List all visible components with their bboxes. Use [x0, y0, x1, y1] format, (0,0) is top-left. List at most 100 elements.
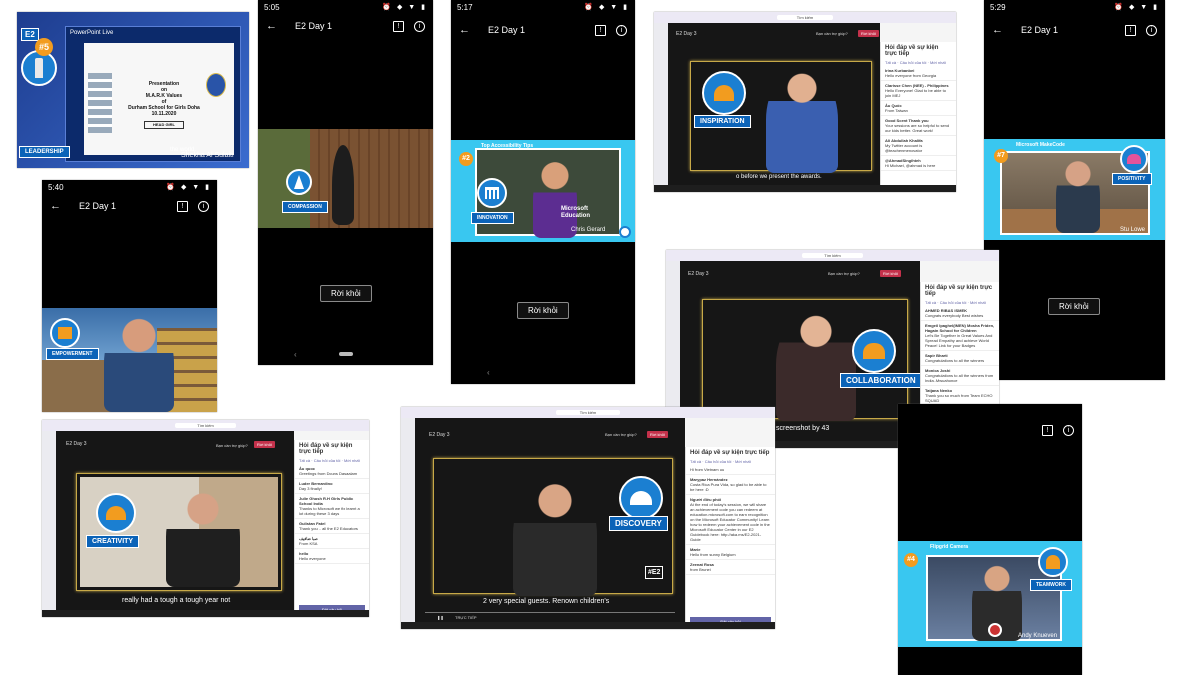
qa-item: AHMED RIBAS ISMEK Congrats everybody Best…	[921, 306, 999, 321]
tab-all[interactable]: Tất cả	[885, 60, 896, 65]
qa-text: Day 3 finally!	[299, 486, 322, 491]
shot-teamwork: ! i Flipgrid Camera Andy Knueven #4 TEAM…	[898, 404, 1082, 675]
creativity-banner: CREATIVITY	[86, 535, 140, 548]
live-label: TRỰC TIẾP	[455, 615, 477, 620]
shot-inspiration: Tìm kiếm E2 Day 3 Bạn cần trợ giúp? Rời …	[654, 12, 956, 192]
app-title: E2 Day 1	[295, 21, 333, 31]
info-icon[interactable]: i	[414, 20, 425, 32]
shot-innovation: 5:17 ⏰ ◆ ▼ ▮ ← E2 Day 1 ! i Microsoft Ed…	[451, 0, 635, 384]
qa-item: hello Hello everyone	[295, 549, 369, 564]
qa-text: Greetings from Dcuns Dasaalam	[299, 471, 358, 476]
meeting-stage: E2 Day 3 Bạn cần trợ giúp? Rời khỏi DISC…	[415, 418, 685, 622]
qa-text: Hello everyone	[299, 556, 326, 561]
teamwork-badge	[1038, 547, 1068, 577]
help-link[interactable]: Bạn cần trợ giúp?	[605, 432, 637, 437]
ppt-live-title: PowerPoint Live	[70, 30, 114, 36]
pause-icon[interactable]: ❚❚	[437, 615, 444, 620]
qa-panel: Hỏi đáp về sự kiện trực tiếp Tất cả · Câ…	[294, 440, 369, 617]
search-input[interactable]: Tìm kiếm	[776, 15, 834, 20]
help-link[interactable]: Bạn cần trợ giúp?	[216, 443, 248, 448]
meeting-stage: E2 Day 3 Bạn cần trợ giúp? Rời khỏi CREA…	[56, 431, 294, 611]
sort-dropdown[interactable]: Mới nhất	[735, 459, 751, 464]
tab-mine[interactable]: Câu hỏi của tôi	[900, 60, 927, 65]
qa-tabs: Tất cả · Câu hỏi của tôi · Mới nhất	[885, 60, 946, 65]
app-header: ← E2 Day 1 ! i	[258, 18, 433, 34]
shot-leadership: PowerPoint Live Presentation on M.A.R.K …	[17, 12, 249, 168]
expert-badge-number: #5	[35, 38, 53, 56]
info-icon[interactable]: i	[616, 24, 627, 36]
leave-button[interactable]: Rời khỏi	[1048, 298, 1100, 315]
info-icon[interactable]: i	[1146, 24, 1157, 36]
tab-all[interactable]: Tất cả	[925, 300, 936, 305]
qa-item: Good Scent Thank you Your sessions are so…	[881, 116, 956, 136]
video-player[interactable]: Flipgrid Camera Andy Knueven #4 TEAMWORK	[898, 541, 1082, 647]
microsoft-education-logo: Microsoft Education	[561, 206, 591, 219]
e2-logo: E2	[21, 28, 39, 41]
search-input[interactable]: Tìm kiếm	[802, 253, 863, 258]
qa-text: From Taiwan	[885, 108, 908, 113]
qa-item: Monica Joshi Congratulations to all the w…	[921, 366, 999, 386]
record-button[interactable]	[988, 623, 1002, 637]
qa-text: from Brunei	[690, 567, 711, 572]
help-link[interactable]: Bạn cần trợ giúp?	[816, 31, 848, 36]
home-pill[interactable]	[339, 352, 353, 356]
tab-all[interactable]: Tất cả	[299, 458, 310, 463]
back-arrow-icon[interactable]: ←	[266, 20, 277, 32]
flag-icon[interactable]: !	[1042, 424, 1053, 436]
caption: o before we present the awards.	[736, 174, 822, 180]
qa-text: Thanks to Microsoft we fix learnt a lot …	[299, 506, 360, 516]
leave-button[interactable]: Rời khỏi	[880, 270, 901, 277]
info-icon[interactable]: i	[1063, 424, 1074, 436]
info-icon[interactable]: i	[198, 200, 209, 212]
search-input[interactable]: Tìm kiếm	[555, 410, 621, 415]
qa-tabs: Tất cả · Câu hỏi của tôi · Mới nhất	[299, 458, 360, 463]
back-arrow-icon[interactable]: ←	[50, 200, 61, 212]
compassion-banner: COMPASSION	[282, 201, 328, 213]
progress-bar[interactable]	[425, 612, 675, 613]
sort-dropdown[interactable]: Mới nhất	[970, 300, 986, 305]
flag-icon[interactable]: !	[1125, 24, 1136, 36]
video-player[interactable]: Stu Lowe Microsoft MakeCode #7 POSITIVIT…	[984, 139, 1165, 240]
leave-button[interactable]: Rời khỏi	[517, 302, 569, 319]
title-bar: Tìm kiếm	[401, 407, 775, 418]
tab-mine[interactable]: Câu hỏi của tôi	[705, 459, 732, 464]
qa-text: Costa Rica Pura Vida, so glad to be able…	[690, 482, 767, 492]
flag-icon[interactable]: !	[393, 20, 404, 32]
qa-text: Hello from sunny Belgium	[690, 552, 736, 557]
flag-icon[interactable]: !	[177, 200, 188, 212]
flipgrid-title: Flipgrid Camera	[930, 544, 969, 550]
video-player[interactable]: Microsoft Education Chris Gerard Top Acc…	[451, 140, 635, 242]
leave-button[interactable]: Rời khỏi	[858, 30, 879, 37]
status-bar: 5:05 ⏰ ◆ ▼ ▮	[258, 0, 433, 14]
caption: really had a tough a tough year not	[122, 597, 231, 604]
hashtag-badge: #E2	[645, 566, 664, 579]
collaboration-banner: COLLABORATION	[840, 373, 922, 388]
sort-dropdown[interactable]: Mới nhất	[930, 60, 946, 65]
inspiration-banner: INSPIRATION	[694, 115, 751, 128]
back-arrow-icon[interactable]: ←	[992, 24, 1003, 36]
flag-icon[interactable]: !	[595, 24, 606, 36]
help-link[interactable]: Bạn cần trợ giúp?	[828, 271, 860, 276]
leave-button[interactable]: Rời khỏi	[254, 441, 275, 448]
tab-mine[interactable]: Câu hỏi của tôi	[940, 300, 967, 305]
video-player[interactable]: COMPASSION	[258, 129, 433, 228]
makecode-label: Microsoft MakeCode	[1016, 142, 1065, 148]
castle-icon	[58, 327, 72, 339]
tab-all[interactable]: Tất cả	[690, 459, 701, 464]
leave-button[interactable]: Rời khỏi	[320, 285, 372, 302]
slide: Presentation on M.A.R.K Values of Durham…	[84, 43, 234, 155]
back-arrow-icon[interactable]: ←	[459, 24, 470, 36]
app-header: ! i	[898, 422, 1082, 438]
qa-title: Hỏi đáp về sự kiện trực tiếp	[885, 45, 939, 57]
search-input[interactable]: Tìm kiếm	[175, 423, 236, 428]
qa-text: Hi Michael, @ahmad is here	[885, 163, 936, 168]
tab-mine[interactable]: Câu hỏi của tôi	[314, 458, 341, 463]
globe-icon	[619, 226, 631, 238]
sort-dropdown[interactable]: Mới nhất	[344, 458, 360, 463]
leave-button[interactable]: Rời khỏi	[647, 431, 668, 438]
video-player[interactable]: EMPOWERMENT	[42, 308, 217, 412]
nav-back-icon[interactable]: ‹	[487, 368, 490, 377]
speaker-figure	[166, 487, 240, 587]
nav-back-icon[interactable]: ‹	[294, 350, 297, 359]
top-label: Top Accessibility Tips	[481, 143, 534, 149]
